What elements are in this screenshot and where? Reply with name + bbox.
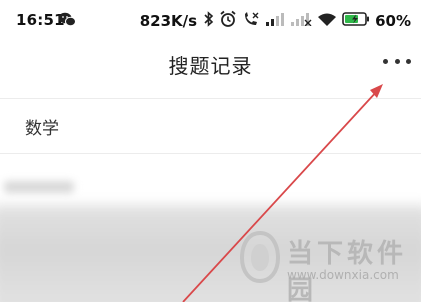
status-bar: 16:51 823K/s 60%	[0, 0, 421, 40]
battery-charging-icon	[342, 12, 370, 30]
bluetooth-icon	[204, 11, 214, 31]
watermark-url: www.downxia.com	[287, 268, 399, 282]
signal-no-sim-icon	[290, 12, 312, 30]
more-dots-icon[interactable]	[383, 53, 411, 69]
subject-tab[interactable]: 数学	[0, 98, 421, 154]
status-right-group: 823K/s 60%	[140, 10, 411, 32]
wifi-icon	[317, 12, 337, 31]
subject-label: 数学	[25, 119, 59, 139]
blurred-text	[4, 181, 74, 193]
alarm-icon	[219, 10, 237, 32]
battery-percent: 60%	[375, 12, 411, 30]
page-title: 搜题记录	[168, 54, 253, 78]
watermark-logo-icon	[238, 230, 282, 288]
no-call-icon	[242, 11, 260, 31]
net-speed: 823K/s	[139, 12, 198, 30]
watermark: 当下软件园 www.downxia.com	[238, 228, 416, 306]
wechat-icon	[58, 12, 76, 31]
signal-icon	[265, 12, 285, 30]
